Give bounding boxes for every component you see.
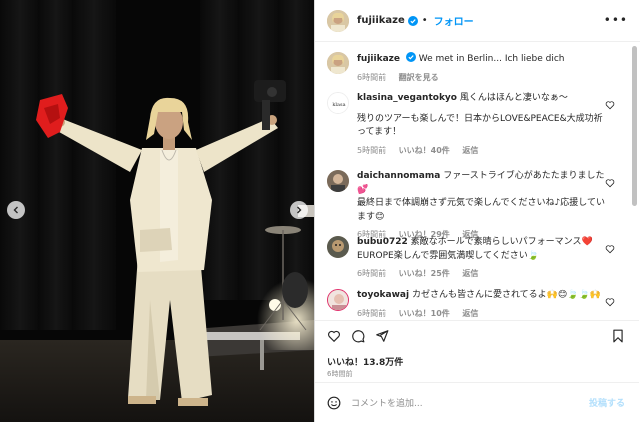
caption-body: fujiikaze We met in Berlin... Ich liebe … [357, 52, 609, 84]
comment-meta: 6時間前 いいね！25件 返信 [357, 267, 609, 281]
post-actions-bar: いいね！13.8万件 6時間前 [315, 320, 639, 380]
commenter-username[interactable]: klasina_vegantokyo [357, 93, 457, 103]
comment-text-rest: 残りのツアーも楽しんで！日本からLOVE&PEACE&大成功祈ってます！ [357, 113, 603, 138]
commenter-avatar-image [327, 170, 349, 192]
see-translation-link[interactable]: 翻訳を見る [399, 73, 439, 82]
comment-body: daichannomama ファーストライブ心があたたまりました💕 最終日まで体… [357, 170, 609, 242]
reply-button[interactable]: 返信 [462, 269, 478, 278]
commenter-avatar[interactable] [327, 289, 349, 311]
caption-time[interactable]: 6時間前 [357, 73, 386, 82]
caption-username[interactable]: fujiikaze [357, 54, 400, 64]
comment-text-line1: 素敵なホールで素晴らしいパフォーマンス❤️ [410, 237, 593, 247]
header-separator: • [421, 15, 428, 26]
comment-meta: 5時間前 いいね！40件 返信 [357, 144, 609, 158]
author-avatar-image [327, 52, 349, 74]
comment-body: toyokawaj カゼさんも皆さんに愛されてるよ🙌😊🍃🍃🙌 6時間前 いいね！… [357, 289, 609, 320]
post-header: fujiikaze • フォロー ••• [315, 0, 640, 42]
comment-meta: 6時間前 いいね！10件 返信 [357, 307, 609, 321]
author-username[interactable]: fujiikaze [357, 15, 405, 26]
comments-list[interactable]: fujiikaze We met in Berlin... Ich liebe … [315, 42, 627, 320]
follow-button[interactable]: フォロー [434, 13, 474, 28]
comment-likes[interactable]: いいね！40件 [399, 146, 450, 155]
comment-time[interactable]: 5時間前 [357, 146, 386, 155]
comment-heart-icon[interactable] [605, 244, 615, 254]
commenter-avatar-image [328, 290, 348, 310]
commenter-username[interactable]: bubu0722 [357, 237, 408, 247]
comment-heart-icon[interactable] [605, 178, 615, 188]
concert-photo-image [0, 0, 314, 422]
comment-heart-icon[interactable] [605, 100, 615, 110]
svg-text:klasa: klasa [332, 102, 345, 108]
commenter-username[interactable]: toyokawaj [357, 290, 409, 300]
chevron-right-icon [297, 206, 302, 214]
commenter-avatar[interactable] [327, 236, 349, 258]
comment-body: bubu0722 素敵なホールで素晴らしいパフォーマンス❤️ EUROPE楽しん… [357, 236, 609, 281]
comment-likes[interactable]: いいね！10件 [399, 309, 450, 318]
post-comment-button[interactable]: 投稿する [589, 396, 625, 409]
verified-badge-icon [407, 15, 418, 26]
comment-time[interactable]: 6時間前 [357, 269, 386, 278]
comment-text-rest: 最終日まで体調崩さず元気で楽しんでくださいね♪応援しています😊 [357, 198, 606, 222]
comment-text-line1: 風くんはほんと凄いなぁ〜 [459, 93, 568, 103]
author-avatar[interactable] [327, 9, 349, 32]
comment-icon[interactable] [351, 329, 365, 343]
bookmark-icon[interactable] [611, 329, 625, 343]
comment-text-line1: カゼさんも皆さんに愛されてるよ🙌😊🍃🍃🙌 [411, 290, 601, 300]
share-icon[interactable] [375, 329, 389, 343]
comment-text-rest: EUROPE楽しんで雰囲気満喫してください🍃 [357, 250, 539, 261]
commenter-avatar[interactable] [327, 170, 349, 192]
instagram-post-modal: fujiikaze • フォロー ••• fujiikaze We met in… [0, 0, 640, 422]
previous-photo-button[interactable] [7, 201, 25, 219]
reply-button[interactable]: 返信 [462, 146, 478, 155]
post-time[interactable]: 6時間前 [327, 369, 352, 379]
post-details-panel: fujiikaze • フォロー ••• fujiikaze We met in… [314, 0, 640, 422]
more-options-button[interactable]: ••• [604, 13, 628, 27]
caption-meta: 6時間前 翻訳を見る [357, 71, 609, 85]
author-avatar-image [327, 9, 349, 32]
chevron-left-icon [13, 206, 18, 214]
comment-likes[interactable]: いいね！25件 [399, 269, 450, 278]
next-photo-button[interactable] [290, 201, 308, 219]
comment-input[interactable]: コメントを追加... [351, 396, 423, 409]
commenter-username[interactable]: daichannomama [357, 171, 440, 181]
comments-scrollbar[interactable] [632, 46, 637, 316]
comment-heart-icon[interactable] [605, 297, 615, 307]
commenter-avatar[interactable]: klasa [327, 92, 349, 114]
scrollbar-thumb[interactable] [632, 46, 637, 206]
reply-button[interactable]: 返信 [462, 309, 478, 318]
comment-time[interactable]: 6時間前 [357, 309, 386, 318]
verified-badge-icon [405, 52, 416, 62]
klasa-logo-avatar: klasa [328, 93, 348, 113]
caption-text: We met in Berlin... Ich liebe dich [418, 54, 565, 64]
emoji-icon[interactable] [327, 396, 341, 410]
author-avatar-small[interactable] [327, 52, 349, 74]
commenter-avatar-image [327, 236, 349, 258]
comment-body: klasina_vegantokyo 風くんはほんと凄いなぁ〜 残りのツアーも楽… [357, 92, 609, 157]
heart-icon[interactable] [327, 329, 341, 343]
post-photo[interactable] [0, 0, 314, 422]
comment-composer: コメントを追加... 投稿する [315, 382, 639, 422]
like-count[interactable]: いいね！13.8万件 [327, 355, 403, 368]
